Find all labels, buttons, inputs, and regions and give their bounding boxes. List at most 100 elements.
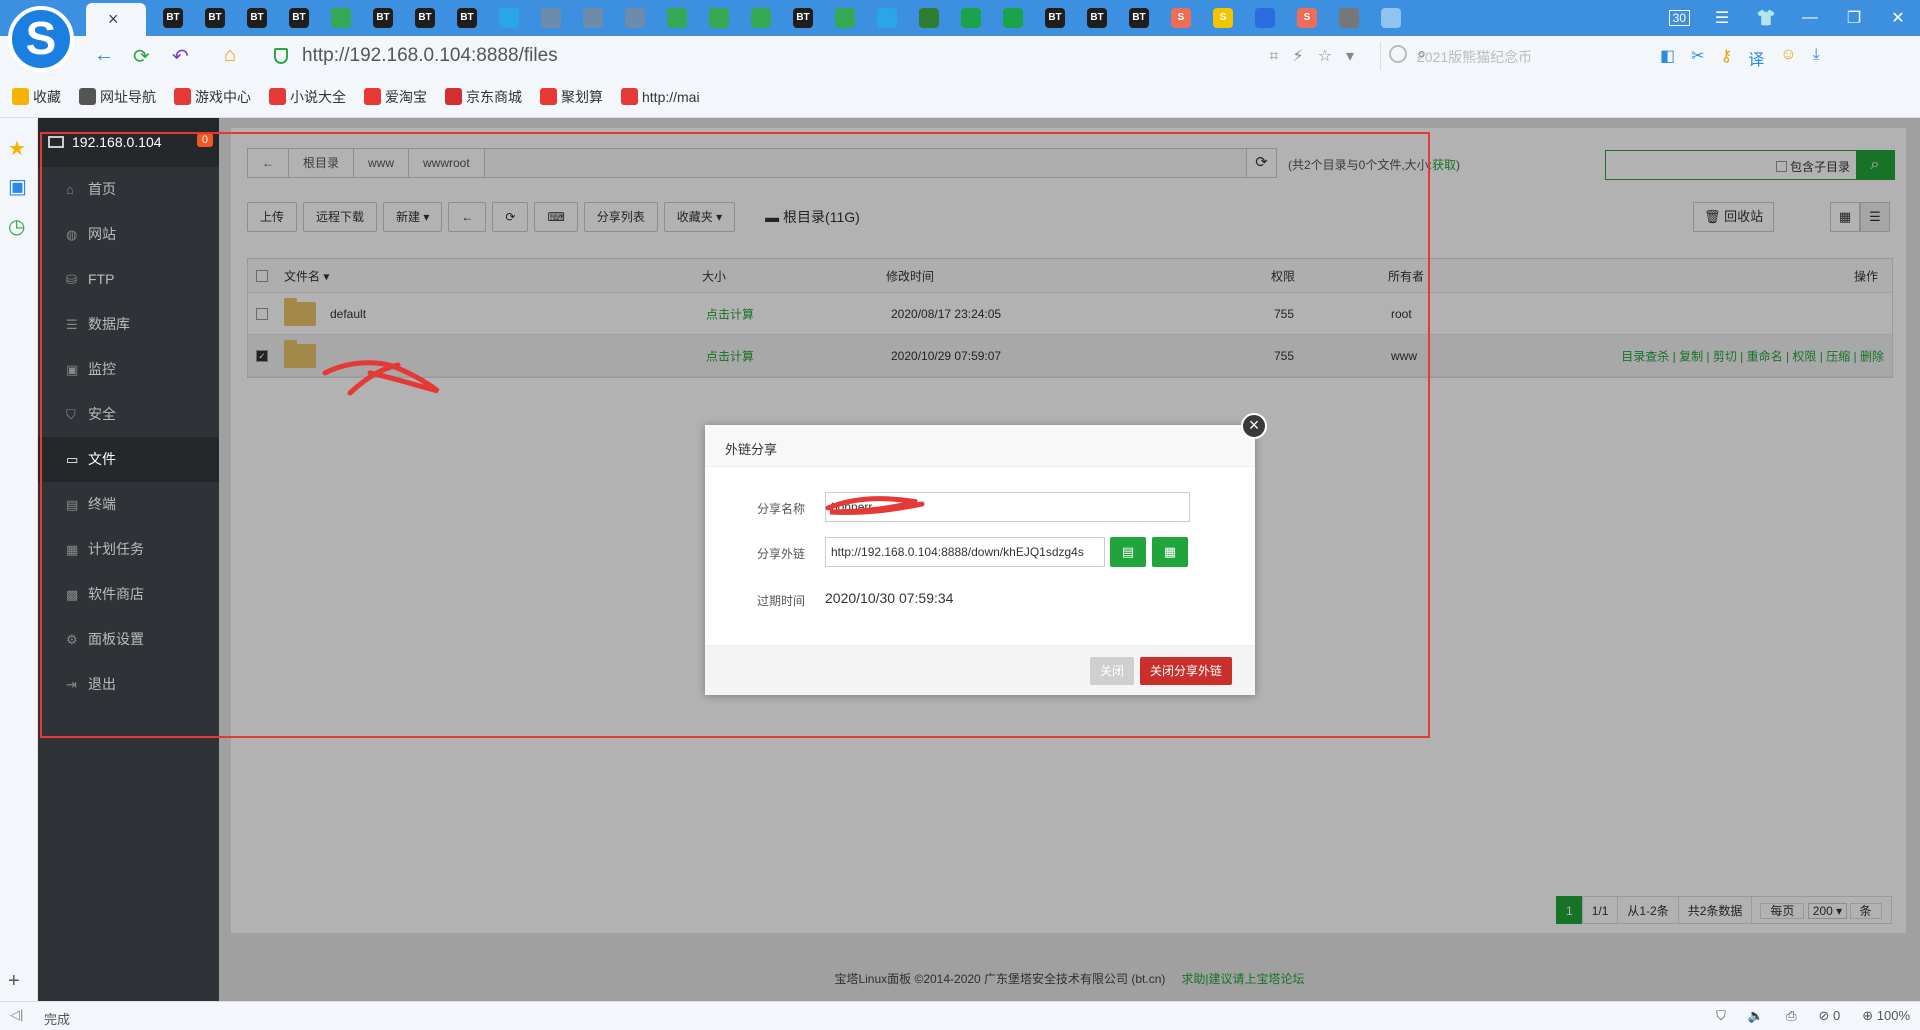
menu-icon: ▭ <box>66 452 79 467</box>
tab-favicon-icon[interactable]: S <box>1286 6 1328 30</box>
sidebar-toggle-icon[interactable]: ◁| <box>10 1007 23 1023</box>
copy-link-icon[interactable]: ▤ <box>1110 537 1146 567</box>
sidebar-item[interactable]: ▩ 软件商店 <box>38 572 219 617</box>
menu-icon: ⌂ <box>66 182 74 197</box>
extension-icon[interactable]: ◧ <box>1660 46 1675 70</box>
close-button[interactable]: 关闭 <box>1090 657 1135 685</box>
game-icon <box>174 88 191 105</box>
bookmark-item[interactable]: 京东商城 <box>445 87 522 107</box>
tab-favicon-icon[interactable] <box>824 6 866 30</box>
block-count[interactable]: ⊘ 0 <box>1818 1008 1840 1024</box>
search-box[interactable]: 2021版熊猫纪念币 ⌕ <box>1380 42 1650 70</box>
tab-favicon-icon[interactable] <box>656 6 698 30</box>
close-window-icon[interactable]: ✕ <box>1876 8 1920 28</box>
tab-favicon-icon[interactable]: BT <box>152 6 194 30</box>
share-name-input[interactable]: bonnerr <box>825 492 1190 522</box>
tab-favicon-icon[interactable] <box>740 6 782 30</box>
download-icon[interactable]: ⤓ <box>1813 46 1820 70</box>
refresh-icon[interactable]: ⟳ <box>133 44 150 69</box>
tab-favicon-icon[interactable] <box>1244 6 1286 30</box>
translate-icon[interactable]: 译 <box>1748 46 1764 70</box>
bookmark-item[interactable]: 爱淘宝 <box>364 87 427 107</box>
tab-favicon-icon[interactable] <box>488 6 530 30</box>
bookmark-item[interactable]: 聚划算 <box>540 87 603 107</box>
bookmark-item[interactable]: 游戏中心 <box>174 87 251 107</box>
tab-favicon-icon[interactable]: BT <box>1034 6 1076 30</box>
shield-icon[interactable]: ⛉ <box>1716 1008 1726 1024</box>
tab-favicon-icon[interactable]: BT <box>362 6 404 30</box>
tab-favicon-icon[interactable] <box>530 6 572 30</box>
zoom-level[interactable]: ⊕ 100% <box>1862 1008 1910 1024</box>
history-clock-icon[interactable]: ◷ <box>8 214 25 239</box>
tab-favicon-icon[interactable]: BT <box>236 6 278 30</box>
url-text[interactable]: http://192.168.0.104:8888/files <box>302 45 558 67</box>
tab-favicon-icon[interactable] <box>320 6 362 30</box>
juhuasuan-icon <box>540 88 557 105</box>
tab-favicon-icon[interactable] <box>950 6 992 30</box>
bookmark-item[interactable]: 收藏 <box>12 87 61 107</box>
tab-favicon-icon[interactable]: BT <box>194 6 236 30</box>
print-icon[interactable]: ⎙ <box>1786 1008 1796 1024</box>
tab-favicon-icon[interactable] <box>572 6 614 30</box>
search-icon[interactable]: ⌕ <box>1417 44 1646 64</box>
sidebar-item[interactable]: ⌂ 首页 <box>38 167 219 212</box>
speaker-icon[interactable]: 🔈 <box>1748 1008 1764 1024</box>
sidebar-item[interactable]: ▭ 文件 <box>38 437 219 482</box>
tab-favicon-icon[interactable]: BT <box>278 6 320 30</box>
sidebar-item[interactable]: ⚙ 面板设置 <box>38 617 219 662</box>
key-icon[interactable]: ⚷ <box>1721 46 1733 70</box>
sidebar-item[interactable]: ▤ 终端 <box>38 482 219 527</box>
home-icon[interactable]: ⌂ <box>224 44 236 67</box>
tab-favicon-icon[interactable] <box>614 6 656 30</box>
sidebar-item[interactable]: ◍ 网站 <box>38 212 219 257</box>
tab-favicon-icon[interactable]: BT <box>446 6 488 30</box>
restore-icon[interactable]: ❐ <box>1832 8 1876 28</box>
tab-favicon-icon[interactable] <box>866 6 908 30</box>
message-badge[interactable]: 0 <box>196 133 213 147</box>
tab-favicon-icon[interactable] <box>908 6 950 30</box>
sidebar-item-label: 监控 <box>88 361 116 377</box>
undo-icon[interactable]: ↶ <box>172 44 189 69</box>
browser-logo-icon[interactable]: S <box>8 6 74 72</box>
bookmark-item[interactable]: 小说大全 <box>269 87 346 107</box>
tab-favicon-icon[interactable] <box>992 6 1034 30</box>
tab-favicon-icon[interactable]: BT <box>404 6 446 30</box>
tab-favicon-icon[interactable]: BT <box>1076 6 1118 30</box>
minimize-icon[interactable]: — <box>1788 9 1832 27</box>
tab-favicon-icon[interactable] <box>1370 6 1412 30</box>
screenshot-icon[interactable]: ✂ <box>1691 46 1704 70</box>
share-link-input[interactable]: http://192.168.0.104:8888/down/khEJQ1sdz… <box>825 537 1105 567</box>
bookmark-item[interactable]: 网址导航 <box>79 87 156 107</box>
bookmark-label: 收藏 <box>33 88 61 105</box>
tab-count-badge[interactable]: 30 <box>1668 10 1690 26</box>
tab-favicon-icon[interactable]: BT <box>1118 6 1160 30</box>
bookmark-item[interactable]: http://mai <box>621 88 700 105</box>
close-icon[interactable]: × <box>1241 413 1267 439</box>
back-icon[interactable]: ← <box>94 44 114 67</box>
tab-favicon-icon[interactable] <box>698 6 740 30</box>
add-icon[interactable]: + <box>8 970 20 993</box>
skin-icon[interactable]: 👕 <box>1744 8 1788 28</box>
sidebar-item[interactable]: ⇥ 退出 <box>38 662 219 707</box>
close-share-button[interactable]: 关闭分享外链 <box>1140 657 1233 685</box>
sidebar-item[interactable]: ☰ 数据库 <box>38 302 219 347</box>
close-tab-icon[interactable]: × <box>108 9 119 30</box>
tab-favicon-icon[interactable]: S <box>1160 6 1202 30</box>
address-bar[interactable]: http://192.168.0.104:8888/files ⌗⚡☆▾ <box>268 42 1378 70</box>
reader-icon[interactable]: ▣ <box>8 174 27 199</box>
emoji-icon[interactable]: ☺ <box>1780 46 1796 70</box>
qrcode-icon[interactable]: ▦ <box>1152 537 1188 567</box>
sidebar-item[interactable]: ▦ 计划任务 <box>38 527 219 572</box>
sidebar-item[interactable]: ▣ 监控 <box>38 347 219 392</box>
tab-favicon-icon[interactable]: BT <box>782 6 824 30</box>
tab-favicon-icon[interactable]: S <box>1202 6 1244 30</box>
sidebar-item[interactable]: ⛁ FTP <box>38 257 219 302</box>
address-bar-tools[interactable]: ⌗⚡☆▾ <box>1269 46 1368 66</box>
bookmark-label: 小说大全 <box>290 88 346 105</box>
active-tab[interactable]: × <box>86 3 146 36</box>
menu-icon[interactable]: ☰ <box>1700 8 1744 28</box>
sidebar-item[interactable]: ⛉ 安全 <box>38 392 219 437</box>
tab-favicon-icon[interactable] <box>1328 6 1370 30</box>
panel-sidebar: 192.168.0.104 0 ⌂ 首页 ◍ 网站 ⛁ FTP ☰ 数据库 ▣ 监控 ⛉ 安全 ▭ 文件 ▤… <box>38 118 219 1001</box>
favorites-star-icon[interactable]: ★ <box>8 136 26 161</box>
